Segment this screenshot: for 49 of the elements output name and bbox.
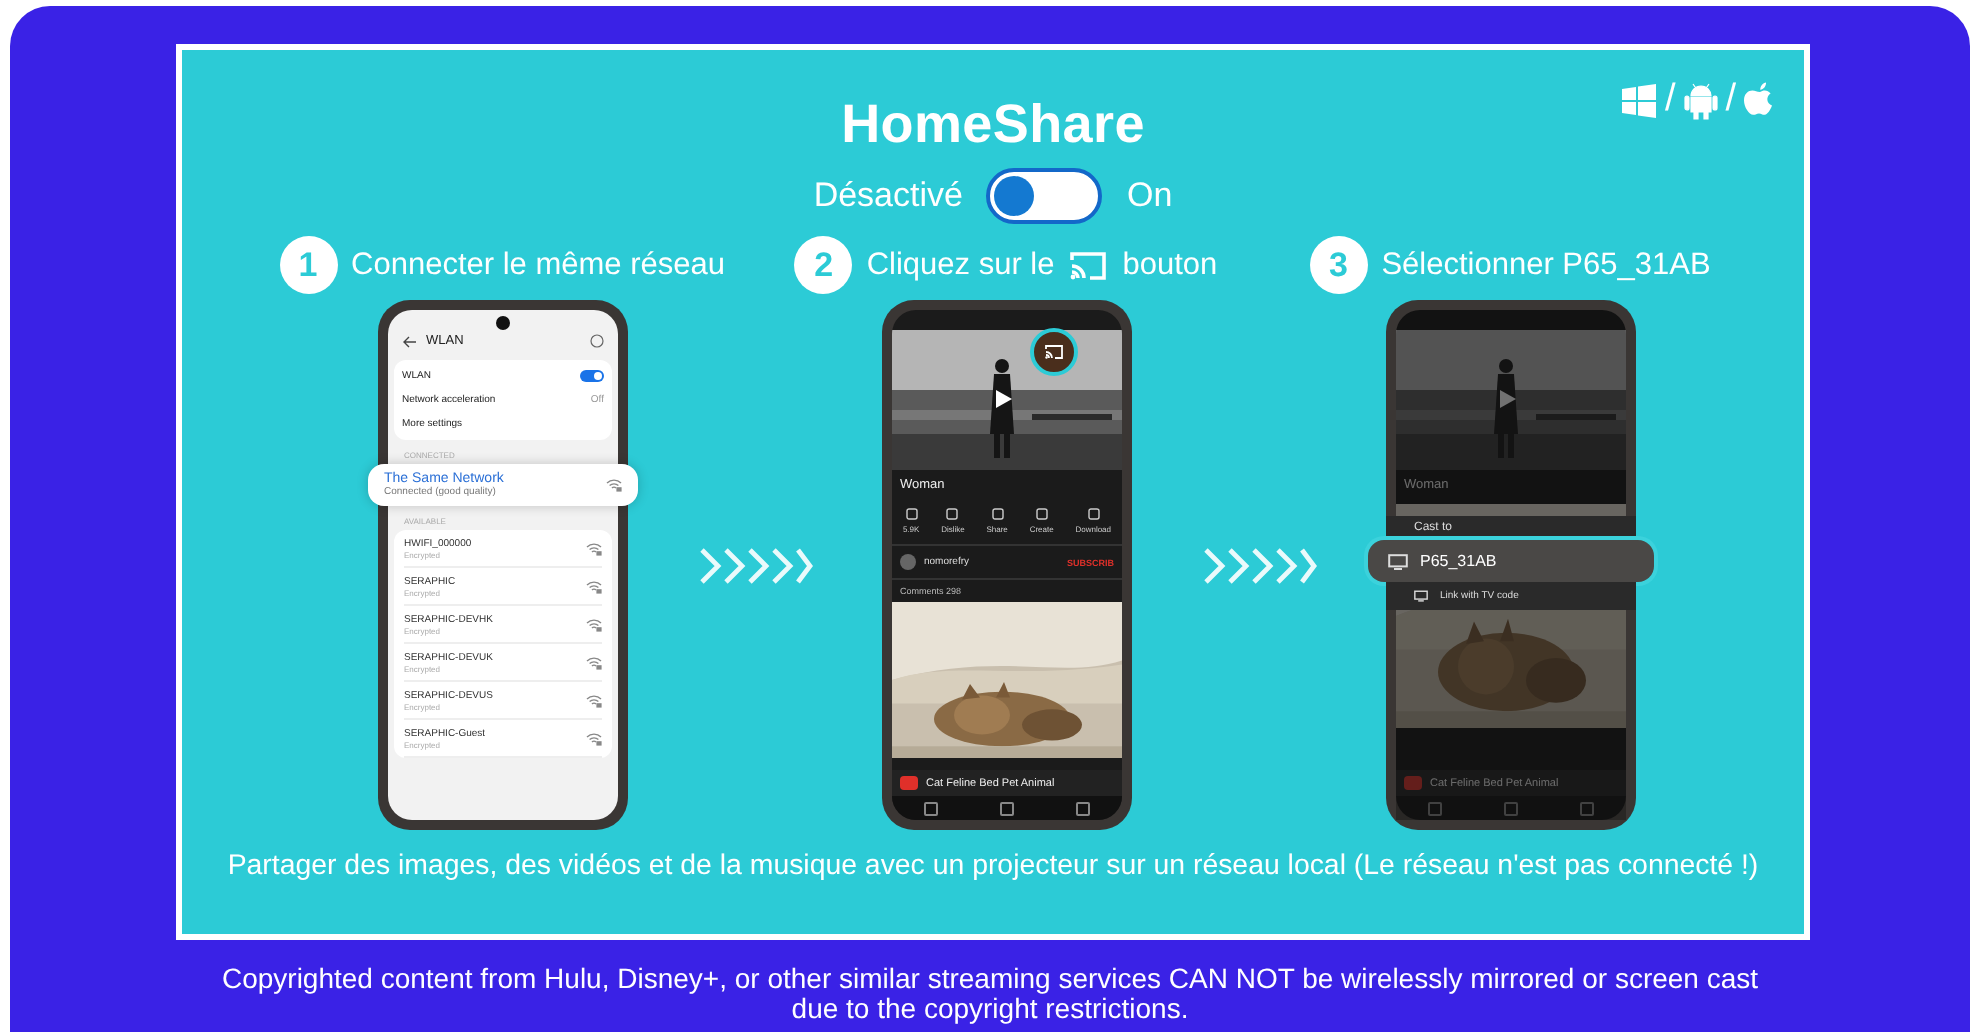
nav-button-icon[interactable] bbox=[1076, 801, 1091, 815]
tv-icon bbox=[1414, 590, 1428, 602]
action-icon bbox=[905, 508, 918, 520]
chevron-arrows-icon bbox=[697, 545, 813, 585]
nav-button-icon[interactable] bbox=[923, 801, 938, 815]
wifi-lock-icon bbox=[586, 579, 602, 593]
wifi-lock-icon bbox=[586, 655, 602, 669]
separator-slash: / bbox=[1725, 78, 1736, 122]
chevron-arrows-icon bbox=[1201, 545, 1317, 585]
disclaimer-text: Copyrighted content from Hulu, Disney+, or other similar streaming services CAN NOT be wirelessly mirrored or screen cast bbox=[221, 964, 1759, 994]
help-icon[interactable] bbox=[590, 334, 604, 348]
toggle-switch[interactable] bbox=[986, 168, 1103, 224]
step-text: Connecter le même réseau bbox=[351, 247, 725, 283]
cast-icon bbox=[1044, 344, 1064, 360]
android-icon bbox=[1683, 81, 1718, 119]
step-number: 1 bbox=[279, 236, 338, 294]
windows-icon bbox=[1622, 83, 1657, 117]
toggle-label: On bbox=[1126, 176, 1173, 216]
disclaimer-text: due to the copyright restrictions. bbox=[791, 994, 1189, 1024]
wifi-lock-icon bbox=[586, 617, 602, 631]
wifi-lock-icon bbox=[586, 693, 602, 707]
action-icon bbox=[946, 508, 959, 520]
video-app-icon bbox=[900, 776, 918, 790]
wlan-toggle[interactable] bbox=[580, 370, 604, 382]
description-text: Partager des images, des vidéos et de la musique avec un projecteur sur un réseau local (Le réseau n'est pas connecté !) bbox=[227, 850, 1759, 882]
cast-icon bbox=[1068, 249, 1109, 281]
separator-slash: / bbox=[1664, 78, 1676, 122]
toggle-label: Désactivé bbox=[813, 176, 963, 216]
step-text: bouton bbox=[1122, 247, 1218, 283]
step-number: 3 bbox=[1309, 236, 1368, 294]
play-icon[interactable] bbox=[996, 390, 1012, 408]
back-arrow-icon[interactable] bbox=[402, 335, 416, 347]
action-icon bbox=[1035, 508, 1048, 520]
apple-icon bbox=[1744, 81, 1776, 119]
wifi-lock-icon bbox=[606, 478, 622, 492]
wifi-lock-icon bbox=[586, 541, 602, 555]
action-icon bbox=[1087, 508, 1100, 520]
action-icon bbox=[991, 508, 1004, 520]
avatar bbox=[900, 554, 916, 570]
nav-button-icon[interactable] bbox=[999, 801, 1014, 815]
camera-hole bbox=[496, 316, 510, 330]
step-number: 2 bbox=[794, 236, 853, 294]
wifi-lock-icon bbox=[586, 731, 602, 745]
cast-device[interactable]: P65_31AB bbox=[1368, 540, 1654, 582]
step-text: Sélectionner P65_31AB bbox=[1381, 247, 1711, 283]
tv-icon bbox=[1388, 553, 1408, 569]
step-text: Cliquez sur le bbox=[866, 247, 1055, 283]
video-app-icon bbox=[1404, 776, 1422, 790]
app-title: HomeShare bbox=[841, 94, 1145, 156]
